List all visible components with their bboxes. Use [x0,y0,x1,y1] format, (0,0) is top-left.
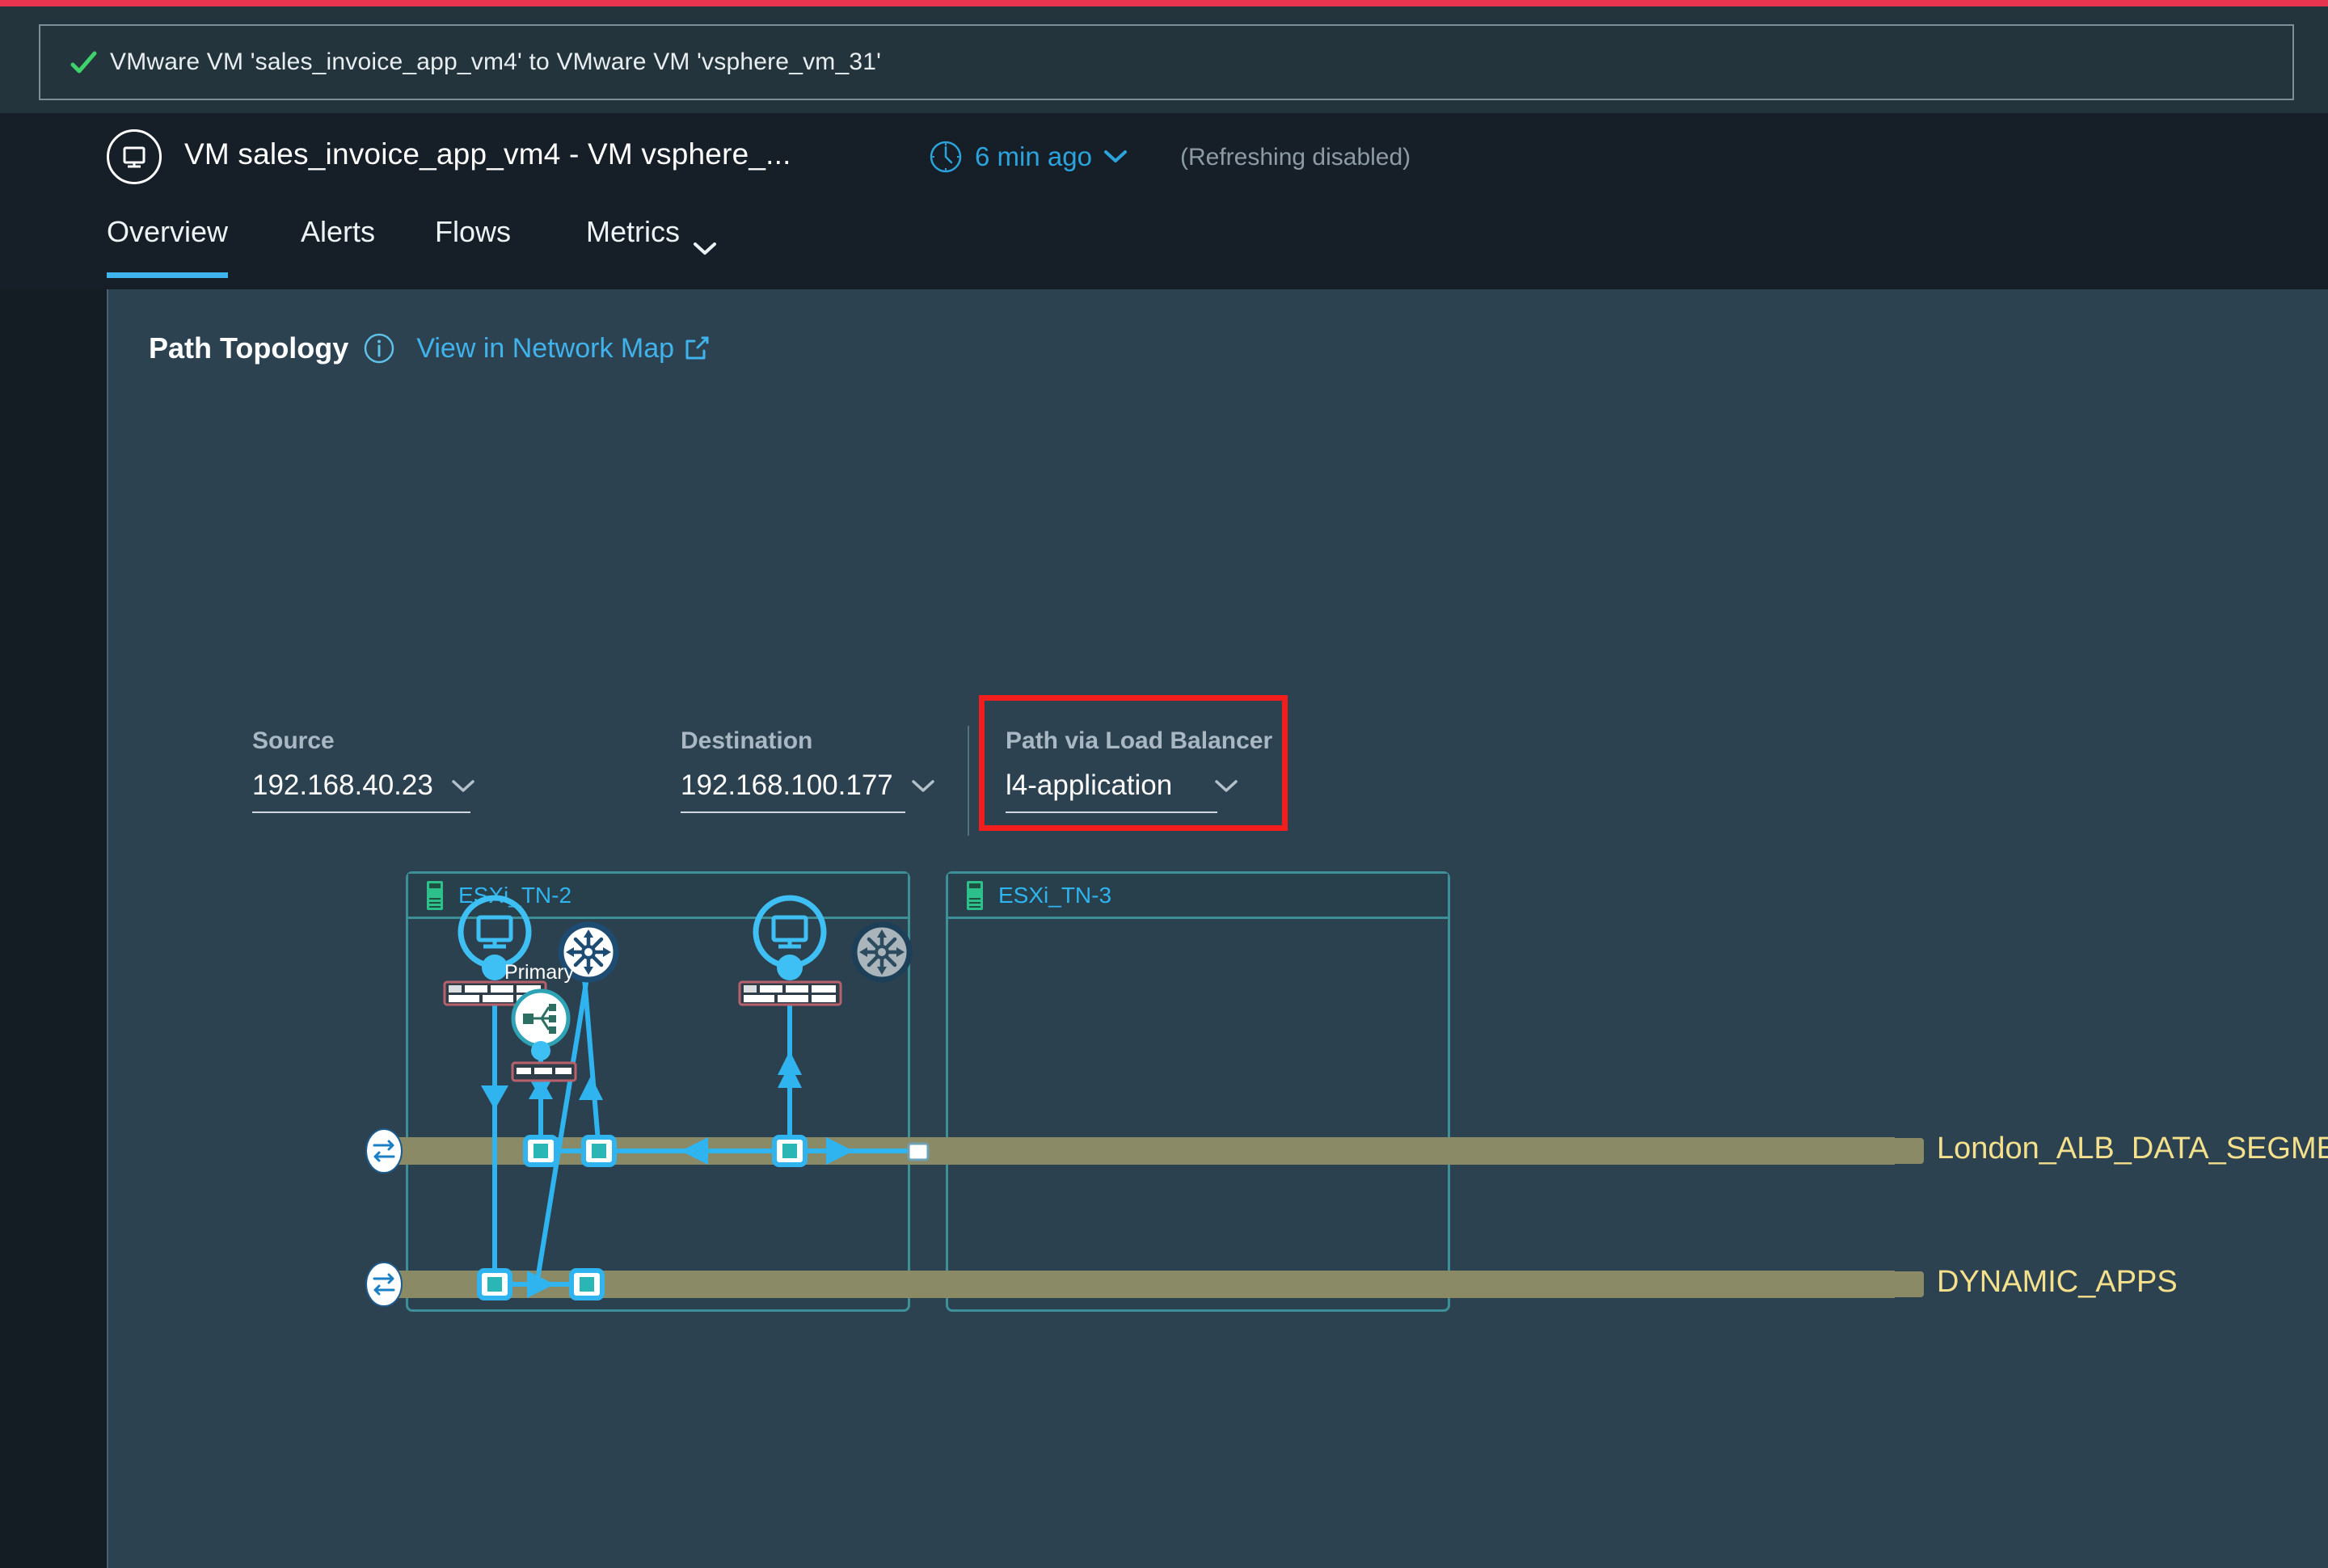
flow-arrow-right [527,1271,555,1298]
source-label: Source [252,727,335,754]
refresh-label: 6 min ago [975,141,1092,171]
source-underline [252,811,470,813]
tab-metrics[interactable]: Metrics [586,215,717,281]
card-title: Path Topology [149,331,349,365]
tab-flows-label: Flows [435,215,512,248]
destination-underline [681,811,905,813]
app-root: VMware VM 'sales_invoice_app_vm4' to VMw… [0,0,2328,1568]
view-in-network-map-link[interactable]: View in Network Map [416,333,711,365]
view-in-network-map-label: View in Network Map [416,332,675,364]
source-field[interactable]: Source 192.168.40.23 [252,727,474,813]
chevron-down-icon[interactable] [1103,150,1128,164]
flow-arrow-left [681,1137,708,1165]
tab-alerts-label: Alerts [301,215,376,248]
load-balancer-primary-label: Primary [504,961,575,984]
vswitch-bar-right [738,980,842,1006]
source-value: 192.168.40.23 [252,769,433,801]
tab-overview[interactable]: Overview [107,215,229,281]
tab-alerts[interactable]: Alerts [301,215,375,281]
notification-banner: VMware VM 'sales_invoice_app_vm4' to VMw… [39,24,2294,100]
card-header: Path Topology View in Network Map [149,331,711,365]
load-balancer-highlight-box [979,695,1288,831]
flow-arrow-down [481,1085,508,1110]
topology-diagram: ESXi_TN-2 ESXi_TN-3 London_ALB_DATA_SEGM… [108,871,2328,1568]
tab-flows[interactable]: Flows [435,215,511,281]
vm-node-right [753,895,827,980]
page-title: VM sales_invoice_app_vm4 - VM vsphere_..… [184,137,791,171]
clock-icon [928,139,964,175]
load-balancer-node-primary [511,988,571,1060]
chevron-down-icon[interactable] [693,230,717,255]
control-divider [968,726,969,836]
tab-bar: Overview Alerts Flows Metrics [0,202,2328,289]
destination-value: 192.168.100.177 [681,769,893,801]
refresh-control[interactable]: 6 min ago [928,139,1128,175]
tab-metrics-label: Metrics [586,215,680,248]
top-accent-strip [0,0,2328,6]
vm-monitor-icon [107,129,162,184]
chevron-down-icon[interactable] [451,779,475,794]
destination-field[interactable]: Destination 192.168.100.177 [681,727,934,813]
chevron-down-icon[interactable] [911,779,935,794]
path-topology-card: Path Topology View in Network Map Source… [107,289,2328,1568]
external-link-icon [682,334,711,363]
info-icon[interactable] [363,332,395,365]
tab-overview-label: Overview [107,215,229,248]
page-header: VM sales_invoice_app_vm4 - VM vsphere_..… [0,113,2328,202]
notification-banner-area: VMware VM 'sales_invoice_app_vm4' to VMw… [0,6,2328,113]
flow-arrow-down [579,1076,603,1100]
router-node-right-inactive [851,921,913,983]
check-icon [70,49,97,77]
flow-arrow-up [778,1051,802,1075]
notification-message: VMware VM 'sales_invoice_app_vm4' to VMw… [110,48,882,75]
refresh-status-note: (Refreshing disabled) [1180,144,1411,171]
flow-arrow-right [826,1137,854,1165]
tab-active-underline [107,272,229,278]
destination-label: Destination [681,727,813,754]
vswitch-bar-primary [511,1061,577,1082]
topology-connections [443,895,930,1300]
